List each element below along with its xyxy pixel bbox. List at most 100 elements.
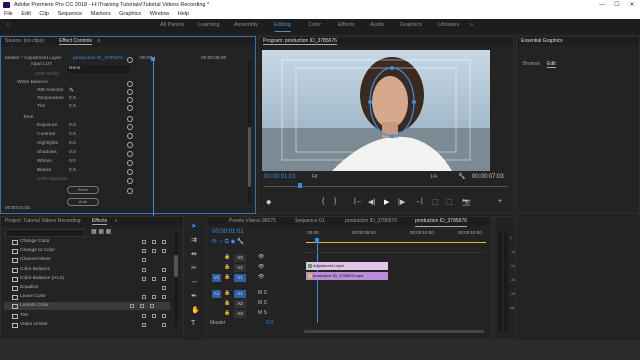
track-select-tool-icon[interactable]: ⇉	[191, 236, 197, 244]
effect-list-item[interactable]: Change to Color	[12, 247, 170, 255]
workspace-effects[interactable]: Effects	[338, 22, 355, 28]
track-target-v2[interactable]: V2	[234, 264, 246, 272]
maximize-button[interactable]: ☐	[609, 0, 625, 10]
reset-icon[interactable]	[127, 160, 133, 166]
clip-label[interactable]: production ID_3785676 ...	[73, 55, 128, 63]
timeline-timecode[interactable]: 00:00:01:01	[212, 229, 244, 235]
toggle-output-icon[interactable]: 👁	[258, 254, 264, 260]
timeline-tab[interactable]: production ID_3785676	[345, 217, 397, 226]
track-target-a3[interactable]: A3	[234, 310, 246, 318]
lock-icon[interactable]: 🔒	[224, 264, 230, 270]
workspace-assembly[interactable]: Assembly	[234, 22, 258, 28]
resolution-select[interactable]: 1/4	[430, 174, 437, 180]
effect-list-item[interactable]: Lumetri Color	[4, 302, 170, 311]
tab-effect-controls[interactable]: Effect Controls	[59, 38, 92, 45]
effects-search-input[interactable]	[5, 229, 85, 237]
workspace-libraries[interactable]: Libraries	[438, 22, 459, 28]
menu-markers[interactable]: Markers	[91, 10, 111, 19]
workspace-audio[interactable]: Audio	[370, 22, 384, 28]
effect-list-item[interactable]: Tint	[12, 312, 170, 320]
tab-browse[interactable]: Browse	[523, 61, 540, 67]
ripple-edit-tool-icon[interactable]: ⇹	[191, 250, 197, 258]
go-to-out-icon[interactable]: →|	[414, 198, 423, 205]
selection-tool-icon[interactable]: ➤	[191, 222, 197, 230]
highlights-value[interactable]: 0.0	[69, 140, 76, 148]
mute-solo-buttons[interactable]: M S	[258, 290, 267, 296]
program-title[interactable]: Program: production ID_3785676	[263, 38, 337, 45]
accelerated-filter-icon[interactable]: ▦ ▦ ▦	[91, 228, 111, 235]
reset-button[interactable]: Reset	[67, 186, 99, 194]
lock-icon[interactable]: 🔒	[224, 274, 230, 280]
video-clip[interactable]: production ID_3785676.mp4	[306, 272, 388, 280]
button-editor-icon[interactable]: +	[498, 198, 502, 205]
effect-list-item[interactable]: Equalize	[12, 284, 170, 292]
track-target-v3[interactable]: V3	[234, 254, 246, 262]
tint-value[interactable]: 0.0	[69, 103, 76, 111]
lock-icon[interactable]: 🔒	[224, 300, 230, 306]
home-icon[interactable]: ⌂	[6, 22, 10, 28]
lock-icon[interactable]: 🔒	[224, 310, 230, 316]
program-timecode[interactable]: 00:00:01:01	[264, 174, 296, 180]
tab-source[interactable]: Source: (no clips)	[5, 38, 44, 44]
reset-icon[interactable]	[127, 133, 133, 139]
toggle-output-icon[interactable]: 👁	[258, 274, 264, 280]
minimize-button[interactable]: —	[594, 0, 610, 10]
add-marker-icon[interactable]: ◆	[266, 198, 271, 206]
effect-list-item[interactable]: Color Balance	[12, 266, 170, 274]
step-forward-icon[interactable]: |▶	[398, 198, 405, 206]
reset-icon[interactable]	[127, 105, 133, 111]
source-patch-a1[interactable]: A1	[212, 290, 221, 298]
auto-button[interactable]: Auto	[67, 198, 99, 206]
mark-out-icon[interactable]: }	[334, 198, 336, 205]
source-patch-v1[interactable]: V1	[212, 274, 221, 282]
export-frame-icon[interactable]: 📷	[462, 198, 471, 206]
whites-value[interactable]: 0.0	[69, 158, 76, 166]
shadows-value[interactable]: 0.0	[69, 149, 76, 157]
master-volume-value[interactable]: 0.0	[266, 320, 273, 326]
reset-icon[interactable]	[127, 81, 133, 87]
reset-icon[interactable]	[127, 169, 133, 175]
menu-clip[interactable]: Clip	[39, 10, 48, 19]
reset-icon[interactable]	[127, 116, 133, 122]
effect-list-item[interactable]: Leave Color	[12, 293, 170, 301]
input-lut-select[interactable]: None	[67, 65, 129, 73]
workspace-overflow[interactable]: »	[470, 22, 473, 28]
hand-tool-icon[interactable]: ✋	[191, 306, 200, 314]
reset-icon[interactable]	[127, 57, 133, 63]
panel-overflow[interactable]: »	[115, 218, 118, 224]
tab-project[interactable]: Project: Tutorial Videos Recording	[5, 218, 81, 224]
workspace-editing[interactable]: Editing	[274, 22, 291, 28]
type-tool-icon[interactable]: T	[191, 320, 195, 327]
timeline-tools-icons[interactable]: ⟳ ∩ ⧉ ◆ 🔧	[212, 238, 244, 246]
workspace-graphics[interactable]: Graphics	[400, 22, 422, 28]
toggle-output-icon[interactable]: 👁	[258, 264, 264, 270]
pen-tool-icon[interactable]: ✒	[191, 292, 197, 300]
reset-icon[interactable]	[127, 89, 133, 95]
reset-icon[interactable]	[127, 151, 133, 157]
lock-icon[interactable]: 🔒	[224, 290, 230, 296]
timeline-zoom-scrollbar[interactable]	[304, 330, 484, 333]
tab-effects[interactable]: Effects	[91, 218, 108, 225]
tab-edit[interactable]: Edit	[547, 61, 556, 68]
reset-icon[interactable]	[127, 188, 133, 194]
mute-solo-buttons[interactable]: M S	[258, 300, 267, 306]
exposure-value[interactable]: 0.0	[69, 122, 76, 130]
step-back-icon[interactable]: ◀|	[368, 198, 375, 206]
timeline-tab-active[interactable]: production ID_3785676	[415, 217, 467, 227]
track-target-a1[interactable]: A1	[234, 290, 246, 298]
effect-controls-timecode[interactable]: 00:00:01:01	[5, 205, 30, 213]
extract-icon[interactable]: ⬚	[446, 198, 453, 206]
effect-list-item[interactable]: Change Color	[12, 238, 170, 246]
close-button[interactable]: ✕	[624, 0, 640, 10]
timeline-tab[interactable]: Sequence 01	[295, 217, 324, 226]
fit-select[interactable]: Fit	[312, 174, 318, 180]
lock-icon[interactable]: 🔒	[224, 254, 230, 260]
wrench-icon[interactable]: 🔧	[458, 173, 465, 180]
program-playhead[interactable]	[298, 183, 302, 188]
razor-tool-icon[interactable]: ✂	[191, 264, 197, 272]
menu-file[interactable]: File	[4, 10, 13, 19]
workspace-learning[interactable]: Learning	[198, 22, 219, 28]
track-target-v1[interactable]: V1	[234, 274, 246, 282]
mark-in-icon[interactable]: {	[322, 198, 324, 205]
menu-help[interactable]: Help	[178, 10, 189, 19]
